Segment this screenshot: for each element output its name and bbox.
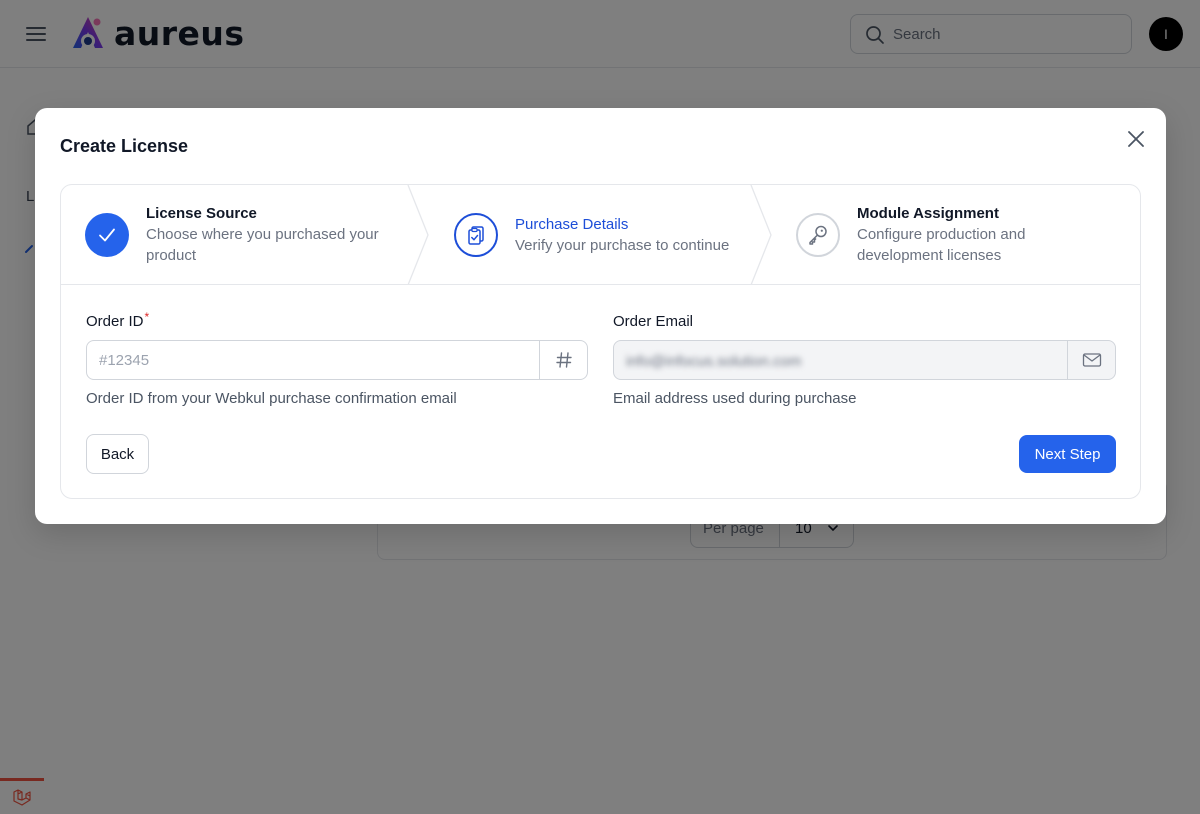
order-id-label: Order ID* <box>86 310 150 330</box>
order-email-label: Order Email <box>613 313 694 330</box>
mail-icon <box>1082 353 1101 367</box>
step-title: Purchase Details <box>515 216 629 233</box>
step-title: Module Assignment <box>857 205 999 222</box>
order-id-input[interactable] <box>87 341 539 379</box>
back-button[interactable]: Back <box>86 434 149 474</box>
order-id-help: Order ID from your Webkul purchase confi… <box>86 390 457 407</box>
step-license-source[interactable]: License Source Choose where you purchase… <box>61 185 411 284</box>
step-description: Configure production and development lic… <box>857 226 1026 264</box>
close-button[interactable] <box>1125 128 1147 150</box>
step-description: Verify your purchase to continue <box>515 237 730 254</box>
wizard-panel: License Source Choose where you purchase… <box>60 184 1141 499</box>
order-id-label-text: Order ID <box>86 313 144 330</box>
required-mark: * <box>144 310 150 324</box>
order-email-help: Email address used during purchase <box>613 390 857 407</box>
create-license-modal: Create License License Source Choose whe… <box>35 108 1166 524</box>
key-icon <box>809 225 827 245</box>
hash-icon <box>555 352 572 368</box>
close-icon <box>1128 131 1144 147</box>
step-title: License Source <box>146 205 257 222</box>
stepper: License Source Choose where you purchase… <box>61 185 1140 285</box>
next-step-button[interactable]: Next Step <box>1019 435 1116 473</box>
step-purchase-details[interactable]: Purchase Details Verify your purchase to… <box>411 185 756 284</box>
step-upcoming-indicator <box>796 213 840 257</box>
check-icon <box>99 228 115 242</box>
step-module-assignment[interactable]: Module Assignment Configure production a… <box>756 185 1140 284</box>
order-email-value: info@infocus.solution.com <box>626 353 802 370</box>
modal-title: Create License <box>60 136 189 156</box>
clipboard-check-icon <box>468 226 484 245</box>
order-id-input-group <box>86 340 588 380</box>
order-email-input-group: info@infocus.solution.com <box>613 340 1116 380</box>
step-description: Choose where you purchased your product <box>146 226 379 264</box>
step-current-indicator <box>454 213 498 257</box>
order-id-addon <box>539 341 587 379</box>
order-email-addon <box>1067 341 1115 379</box>
step-complete-indicator <box>85 213 129 257</box>
